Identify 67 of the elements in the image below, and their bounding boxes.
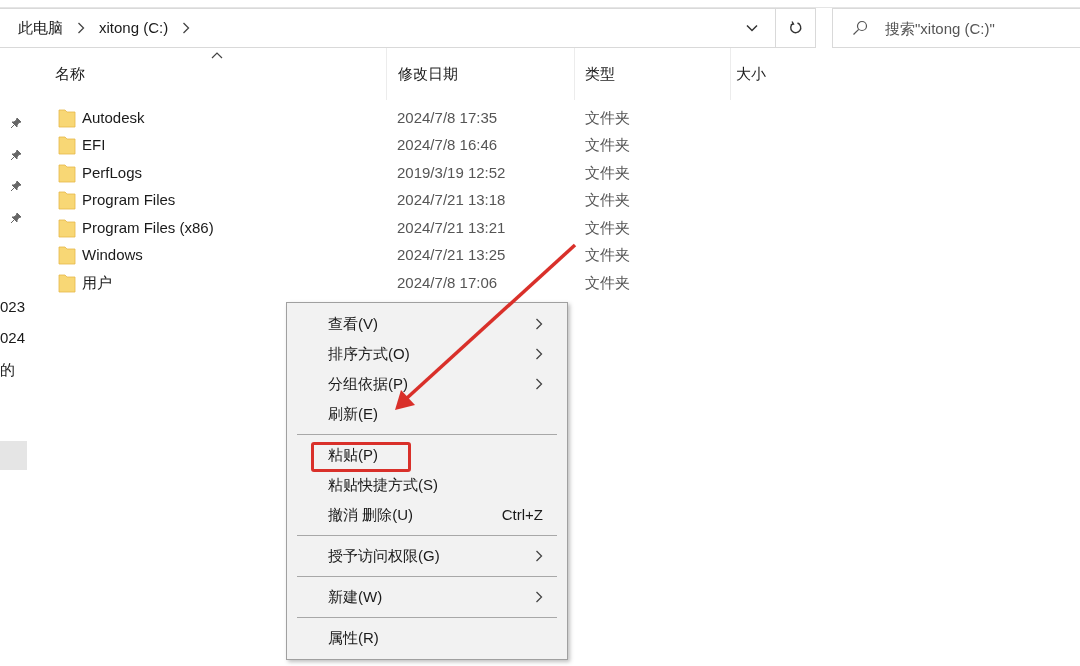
file-row[interactable]: Program Files (x86) 2024/7/21 13:21 文件夹	[40, 214, 1080, 242]
pin-icon[interactable]	[10, 148, 22, 161]
menu-item[interactable]: 刷新(E)	[297, 399, 557, 429]
modified-date: 2024/7/21 13:18	[397, 191, 506, 208]
breadcrumb-item[interactable]: xitong (C:)	[99, 16, 169, 40]
chevron-right-icon	[182, 22, 191, 34]
folder-icon	[58, 217, 76, 238]
nav-item[interactable]: 的	[0, 358, 15, 381]
menu-item[interactable]: 属性(R)	[297, 623, 557, 653]
menu-item[interactable]: 粘贴快捷方式(S)	[297, 470, 557, 500]
nav-item[interactable]: 024	[0, 327, 26, 350]
folder-icon	[58, 272, 76, 293]
folder-icon	[58, 245, 76, 266]
file-type: 文件夹	[585, 108, 630, 126]
refresh-icon	[788, 21, 803, 35]
file-name: PerfLogs	[82, 162, 143, 183]
nav-item[interactable]: 023	[0, 295, 26, 318]
modified-date: 2024/7/21 13:25	[397, 246, 506, 263]
file-name: EFI	[82, 135, 106, 155]
file-name: Program Files (x86)	[82, 217, 214, 238]
file-row[interactable]: 用户 2024/7/8 17:06 文件夹	[40, 269, 1080, 297]
shortcut-text: Ctrl+Z	[501, 504, 543, 525]
column-header[interactable]: 修改日期	[398, 62, 458, 86]
menu-item[interactable]: 授予访问权限(G)	[297, 541, 557, 571]
column-header[interactable]: 大小	[736, 62, 766, 86]
file-type: 文件夹	[585, 273, 630, 291]
sort-up-icon	[211, 52, 223, 59]
search-icon	[852, 20, 868, 36]
file-name: Windows	[82, 245, 143, 265]
pin-icon[interactable]	[10, 117, 22, 129]
file-name: Autodesk	[82, 107, 145, 128]
pin-icon[interactable]	[10, 180, 22, 192]
modified-date: 2024/7/8 17:35	[397, 108, 498, 126]
pin-icon[interactable]	[10, 211, 22, 224]
file-row[interactable]: Program Files 2024/7/21 13:18 文件夹	[40, 186, 1080, 214]
folder-icon	[58, 190, 76, 211]
file-type: 文件夹	[585, 246, 630, 263]
file-type: 文件夹	[585, 136, 630, 153]
menu-item[interactable]: 新建(W)	[297, 582, 557, 612]
file-row[interactable]: PerfLogs 2019/3/19 12:52 文件夹	[40, 159, 1080, 187]
column-header[interactable]: 名称	[55, 64, 85, 82]
menu-item[interactable]: 排序方式(O)	[297, 339, 557, 369]
folder-icon	[58, 107, 76, 128]
search-field[interactable]: 搜索"xitong (C:)"	[832, 8, 1080, 48]
file-type: 文件夹	[585, 191, 630, 208]
address-bar[interactable]: 此电脑 xitong (C:)	[0, 8, 816, 48]
folder-icon	[58, 135, 76, 156]
modified-date: 2024/7/21 13:21	[397, 218, 506, 236]
column-header[interactable]: 类型	[585, 62, 615, 86]
file-row[interactable]: Autodesk 2024/7/8 17:35 文件夹	[40, 104, 1080, 132]
menu-item[interactable]: 查看(V)	[297, 309, 557, 339]
menu-item[interactable]: 粘贴(P)	[297, 440, 557, 470]
file-name: Program Files	[82, 190, 176, 210]
modified-date: 2024/7/8 17:06	[397, 273, 498, 291]
modified-date: 2024/7/8 16:46	[397, 136, 498, 153]
folder-icon	[58, 162, 76, 183]
file-row[interactable]: Windows 2024/7/21 13:25 文件夹	[40, 241, 1080, 269]
file-type: 文件夹	[585, 163, 630, 181]
menu-item[interactable]: 撤消 删除(U) Ctrl+Z	[297, 500, 557, 530]
breadcrumb-item[interactable]: 此电脑	[18, 16, 63, 40]
menu-item[interactable]: 分组依据(P)	[297, 369, 557, 399]
file-type: 文件夹	[585, 218, 630, 236]
dropdown-icon[interactable]	[746, 24, 758, 32]
modified-date: 2019/3/19 12:52	[397, 163, 506, 181]
file-row[interactable]: EFI 2024/7/8 16:46 文件夹	[40, 131, 1080, 159]
chevron-right-icon	[77, 22, 85, 34]
file-name: 用户	[82, 272, 112, 293]
